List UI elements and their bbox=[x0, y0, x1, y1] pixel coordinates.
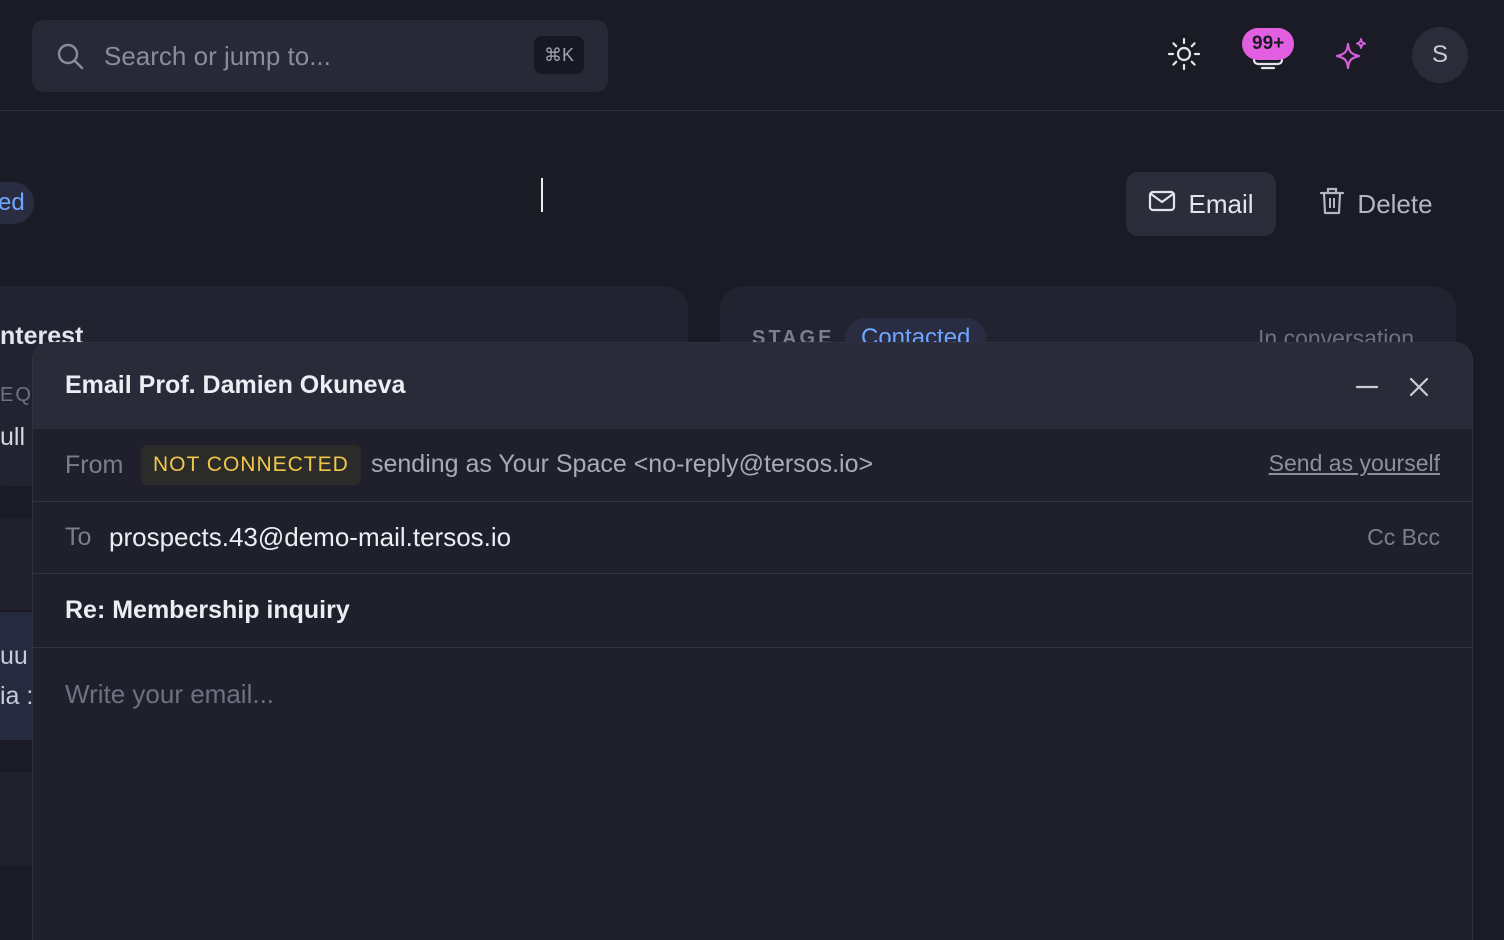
subject-field[interactable]: Re: Membership inquiry bbox=[65, 596, 350, 625]
shortcut-hint: ⌘K bbox=[534, 36, 584, 74]
search-placeholder: Search or jump to... bbox=[104, 41, 331, 71]
send-as-yourself-link[interactable]: Send as yourself bbox=[1269, 450, 1440, 477]
avatar[interactable]: S bbox=[1412, 27, 1468, 83]
search-bar[interactable]: Search or jump to... ⌘K bbox=[32, 20, 608, 92]
background-row bbox=[0, 518, 32, 610]
from-label: From bbox=[65, 451, 124, 479]
minimize-icon[interactable] bbox=[1353, 373, 1381, 401]
delete-button-label: Delete bbox=[1357, 188, 1433, 219]
to-row: To Cc Bcc bbox=[33, 502, 1472, 574]
background-text: ia : bbox=[0, 682, 34, 710]
from-row: From NOT CONNECTED sending as Your Space… bbox=[33, 429, 1472, 502]
notification-badge: 99+ bbox=[1242, 28, 1295, 60]
to-input[interactable] bbox=[109, 522, 1209, 553]
background-row bbox=[0, 772, 32, 866]
trash-icon bbox=[1319, 186, 1345, 223]
email-compose-panel: Email Prof. Damien Okuneva From NOT CONN… bbox=[32, 342, 1473, 940]
theme-toggle-sun-icon[interactable] bbox=[1166, 36, 1202, 72]
search-icon bbox=[56, 42, 84, 70]
compose-title: Email Prof. Damien Okuneva bbox=[65, 371, 406, 399]
to-label: To bbox=[65, 523, 92, 551]
email-body-input[interactable]: Write your email... bbox=[65, 679, 274, 710]
close-icon[interactable] bbox=[1405, 373, 1433, 401]
status-pill: ed bbox=[0, 182, 34, 224]
email-button-label: Email bbox=[1188, 188, 1254, 219]
interest-card-value: ull bbox=[0, 423, 26, 451]
text-caret bbox=[541, 178, 543, 212]
cc-bcc-toggle[interactable]: Cc Bcc bbox=[1367, 524, 1440, 551]
from-sender: sending as Your Space <no-reply@tersos.i… bbox=[371, 450, 874, 478]
mail-icon bbox=[1148, 189, 1176, 220]
top-bar: Search or jump to... ⌘K 99+ S bbox=[0, 0, 1504, 111]
not-connected-badge: NOT CONNECTED bbox=[141, 445, 361, 485]
delete-button[interactable]: Delete bbox=[1296, 172, 1456, 236]
background-row-highlighted bbox=[0, 612, 32, 740]
interest-card-label: EQ bbox=[0, 384, 33, 406]
compose-header: Email Prof. Damien Okuneva bbox=[33, 343, 1472, 429]
email-button[interactable]: Email bbox=[1126, 172, 1276, 236]
background-text: uu bbox=[0, 642, 28, 670]
subject-row[interactable]: Re: Membership inquiry bbox=[33, 574, 1472, 648]
ai-sparkle-icon[interactable] bbox=[1334, 36, 1370, 72]
